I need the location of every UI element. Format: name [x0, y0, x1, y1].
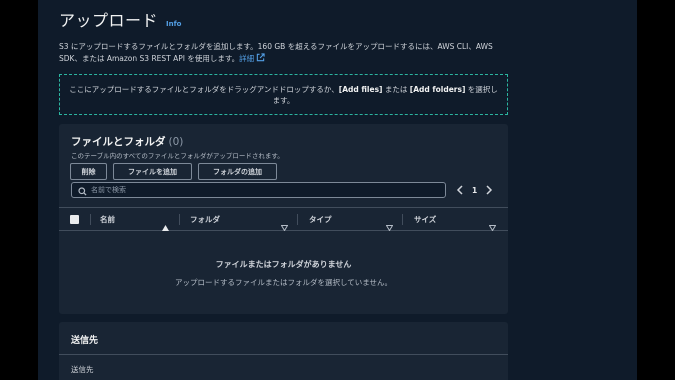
add-folder-button[interactable]: フォルダの追加: [198, 163, 277, 180]
delete-button[interactable]: 削除: [70, 163, 107, 180]
column-divider: [297, 214, 298, 225]
external-link-icon[interactable]: [256, 52, 265, 66]
title-row: アップロード Info: [59, 7, 181, 31]
info-link[interactable]: Info: [166, 20, 181, 28]
dropzone-text-before: ここにアップロードするファイルとフォルダをドラッグアンドドロップするか、: [69, 85, 339, 94]
pagination: 1: [456, 182, 493, 198]
chevron-left-icon[interactable]: [456, 185, 464, 195]
sort-descending-icon[interactable]: [280, 216, 289, 235]
panel-title: ファイルとフォルダ (0): [71, 134, 183, 149]
file-count: (0): [168, 136, 184, 148]
add-files-button[interactable]: ファイルを追加: [113, 163, 192, 180]
column-header-folder[interactable]: フォルダ: [190, 214, 220, 225]
table-header: 名前 フォルダ タイプ サイズ: [59, 207, 508, 232]
chevron-right-icon[interactable]: [485, 185, 493, 195]
destination-panel: 送信先 送信先: [59, 322, 508, 380]
column-divider: [402, 214, 403, 225]
files-and-folders-panel: ファイルとフォルダ (0) このテーブル内のすべてのファイルとフォルダがアップロー…: [59, 124, 508, 314]
column-header-name[interactable]: 名前: [100, 214, 115, 225]
page-title: アップロード: [59, 11, 159, 30]
search-input[interactable]: [91, 186, 431, 194]
dropzone-add-folders: [Add folders]: [409, 85, 466, 94]
search-box[interactable]: [71, 182, 446, 198]
empty-state-subtitle: アップロードするファイルまたはフォルダを選択していません。: [174, 278, 393, 287]
column-divider: [90, 214, 91, 225]
sort-descending-icon[interactable]: [488, 216, 497, 235]
panel-subtitle: このテーブル内のすべてのファイルとフォルダがアップロードされます。: [71, 152, 284, 160]
search-icon: [78, 181, 87, 200]
sort-descending-icon[interactable]: [385, 216, 394, 235]
upload-page: アップロード Info S3 にアップロードするファイルとフォルダを追加します。…: [38, 0, 637, 380]
destination-title: 送信先: [71, 336, 99, 346]
destination-divider: [59, 354, 508, 355]
empty-state-title: ファイルまたはフォルダがありません: [215, 260, 352, 269]
destination-label: 送信先: [71, 365, 94, 374]
sort-ascending-icon[interactable]: [162, 216, 169, 235]
column-header-size[interactable]: サイズ: [414, 214, 436, 225]
current-page[interactable]: 1: [472, 186, 477, 195]
dropzone-text-mid: または: [382, 85, 410, 94]
page-description: S3 にアップロードするファイルとフォルダを追加します。160 GB を超えるフ…: [59, 41, 514, 65]
column-header-type[interactable]: タイプ: [309, 214, 332, 225]
description-text: S3 にアップロードするファイルとフォルダを追加します。160 GB を超えるフ…: [59, 42, 493, 63]
column-divider: [179, 214, 180, 225]
details-link[interactable]: 詳細: [239, 54, 254, 63]
panel-title-text: ファイルとフォルダ: [71, 136, 166, 148]
dropzone-add-files: [Add files]: [338, 85, 383, 94]
drop-zone[interactable]: ここにアップロードするファイルとフォルダをドラッグアンドドロップするか、[Add…: [59, 74, 508, 115]
select-all-checkbox[interactable]: [70, 215, 79, 224]
